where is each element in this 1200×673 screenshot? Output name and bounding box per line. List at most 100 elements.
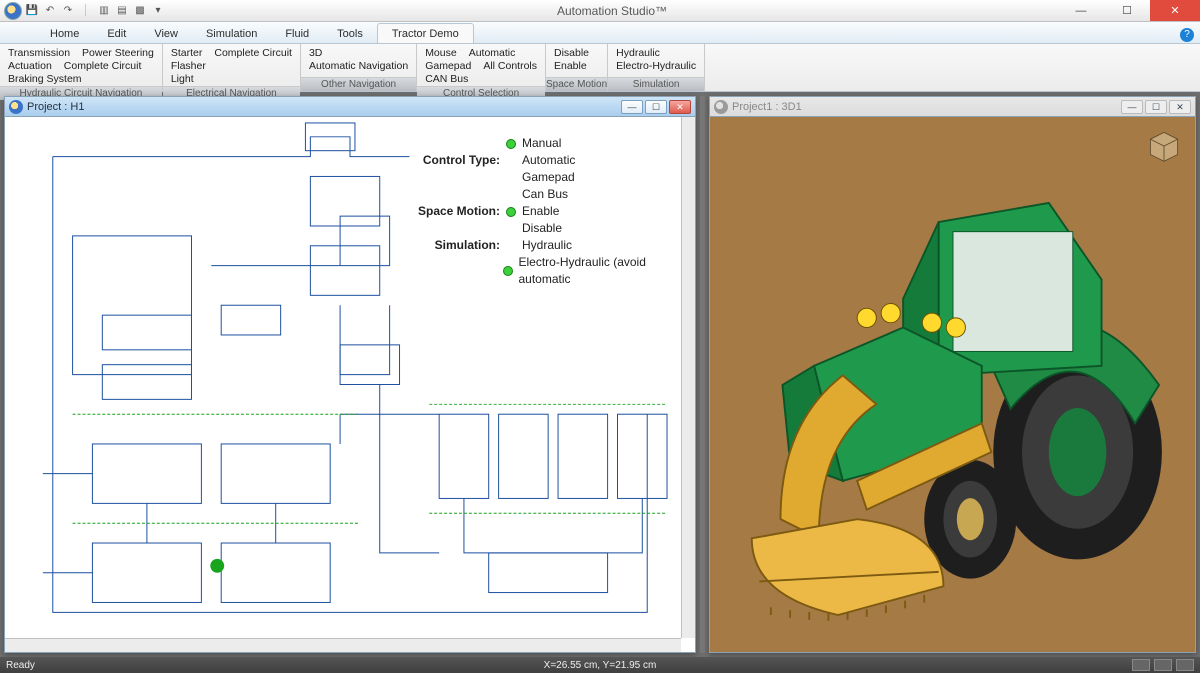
ribbon-item-flasher[interactable]: Flasher	[171, 60, 206, 72]
ribbon-group-label: Space Motion	[546, 77, 607, 91]
qat-btn-1[interactable]: ▥	[96, 3, 112, 19]
3d-window-title: Project1 : 3D1	[732, 101, 802, 113]
mdi-maximize-button[interactable]: ☐	[645, 100, 667, 114]
schematic-window-title: Project : H1	[27, 101, 84, 113]
schematic-canvas[interactable]: Manual Control Type: AutomaticGamepadCan B…	[5, 117, 695, 652]
overlay-label: Simulation:	[405, 237, 500, 254]
mdi-maximize-button[interactable]: ☐	[1145, 100, 1167, 114]
window-maximize-button[interactable]: ☐	[1104, 0, 1150, 21]
overlay-option-text[interactable]: Manual	[522, 135, 561, 152]
control-overlay-panel: Manual Control Type: AutomaticGamepadCan B…	[405, 135, 695, 288]
ribbon-tab-home[interactable]: Home	[36, 24, 93, 43]
status-dot-empty[interactable]	[506, 190, 516, 200]
ribbon-tab-tractor-demo[interactable]: Tractor Demo	[377, 23, 474, 43]
overlay-option-text[interactable]: Gamepad	[522, 169, 575, 186]
document-icon	[9, 100, 23, 114]
ribbon-item-complete-circuit[interactable]: Complete Circuit	[64, 60, 142, 72]
statusbar-btn-1[interactable]	[1132, 659, 1150, 671]
ribbon-tab-view[interactable]: View	[140, 24, 192, 43]
qat-btn-2[interactable]: ▤	[114, 3, 130, 19]
ribbon-item-actuation[interactable]: Actuation	[8, 60, 52, 72]
document-icon	[714, 100, 728, 114]
ribbon-item-power-steering[interactable]: Power Steering	[82, 47, 154, 59]
status-coordinates: X=26.55 cm, Y=21.95 cm	[544, 660, 657, 671]
app-icon[interactable]	[4, 2, 22, 20]
mdi-close-button[interactable]: ✕	[669, 100, 691, 114]
schematic-window: Project : H1 — ☐ ✕	[4, 96, 696, 653]
qat-redo-icon[interactable]: ↷	[60, 3, 76, 19]
ribbon-item-hydraulic[interactable]: Hydraulic	[616, 47, 660, 59]
overlay-option-text[interactable]: Hydraulic	[522, 237, 572, 254]
vertical-splitter[interactable]	[700, 96, 705, 653]
overlay-option-text[interactable]: Electro-Hydraulic (avoid automatic	[519, 254, 696, 288]
qat-undo-icon[interactable]: ↶	[42, 3, 58, 19]
qat-dropdown-icon[interactable]: ▾	[150, 3, 166, 19]
window-close-button[interactable]: ✕	[1150, 0, 1200, 21]
window-minimize-button[interactable]: —	[1058, 0, 1104, 21]
ribbon-item-automatic-navigation[interactable]: Automatic Navigation	[309, 60, 408, 72]
ribbon-group-hydraulic-circuit-navigation: Transmission Power Steering Actuation Compl…	[0, 44, 163, 91]
status-dot-active-icon[interactable]	[506, 139, 516, 149]
ribbon-group-label: Other Navigation	[301, 77, 416, 91]
ribbon-item-transmission[interactable]: Transmission	[8, 47, 70, 59]
ribbon-tab-edit[interactable]: Edit	[93, 24, 140, 43]
ribbon-item-enable[interactable]: Enable	[554, 60, 587, 72]
ribbon-item-complete-circuit[interactable]: Complete Circuit	[214, 47, 292, 59]
ribbon-group-simulation: HydraulicElectro-Hydraulic Simulation	[608, 44, 705, 91]
overlay-option-row: Gamepad	[405, 169, 695, 186]
ribbon-tabs: HomeEditViewSimulationFluidToolsTractor …	[0, 22, 1200, 44]
workspace: Project : H1 — ☐ ✕	[0, 92, 1200, 657]
overlay-option-text[interactable]: Disable	[522, 220, 562, 237]
help-icon[interactable]: ?	[1180, 28, 1194, 42]
3d-viewport[interactable]	[710, 117, 1195, 652]
ribbon-tab-fluid[interactable]: Fluid	[271, 24, 323, 43]
overlay-option-row: Manual	[405, 135, 695, 152]
qat-save-icon[interactable]: 💾	[24, 3, 40, 19]
qat-btn-3[interactable]: ▩	[132, 3, 148, 19]
titlebar: 💾 ↶ ↷ │ ▥ ▤ ▩ ▾ Automation Studio™ — ☐ ✕	[0, 0, 1200, 22]
ribbon-item-light[interactable]: Light	[171, 73, 194, 85]
overlay-option-text[interactable]: Enable	[522, 203, 559, 220]
status-dot-empty[interactable]	[506, 224, 516, 234]
ribbon-tab-simulation[interactable]: Simulation	[192, 24, 271, 43]
mdi-close-button[interactable]: ✕	[1169, 100, 1191, 114]
schematic-window-titlebar[interactable]: Project : H1 — ☐ ✕	[5, 97, 695, 117]
ribbon-group-electrical-navigation: StarterComplete CircuitFlasherLightElect…	[163, 44, 301, 91]
status-dot-empty[interactable]	[506, 156, 516, 166]
status-dot-active-icon[interactable]	[506, 207, 516, 217]
status-dot-active-icon[interactable]	[503, 266, 513, 276]
schematic-vertical-scrollbar[interactable]	[681, 117, 695, 638]
status-ready: Ready	[6, 660, 35, 671]
statusbar-btn-2[interactable]	[1154, 659, 1172, 671]
overlay-option-text[interactable]: Can Bus	[522, 186, 568, 203]
overlay-option-row: Can Bus	[405, 186, 695, 203]
status-bar: Ready X=26.55 cm, Y=21.95 cm	[0, 657, 1200, 673]
window-buttons: — ☐ ✕	[1058, 0, 1200, 21]
viewcube-icon[interactable]	[1147, 129, 1181, 163]
status-dot-empty[interactable]	[506, 241, 516, 251]
ribbon-item-braking-system[interactable]: Braking System	[8, 73, 82, 85]
overlay-option-text[interactable]: Automatic	[522, 152, 575, 169]
mdi-minimize-button[interactable]: —	[621, 100, 643, 114]
ribbon-item-3d[interactable]: 3D	[309, 47, 322, 59]
ribbon-item-disable[interactable]: Disable	[554, 47, 589, 59]
ribbon-item-starter[interactable]: Starter	[171, 47, 203, 59]
mdi-minimize-button[interactable]: —	[1121, 100, 1143, 114]
statusbar-btn-3[interactable]	[1176, 659, 1194, 671]
ribbon-item-can-bus[interactable]: CAN Bus	[425, 73, 468, 85]
ribbon-item-all-controls[interactable]: All Controls	[483, 60, 537, 72]
ribbon-item-mouse[interactable]: Mouse	[425, 47, 457, 59]
status-dot-empty[interactable]	[506, 173, 516, 183]
ribbon-item-gamepad[interactable]: Gamepad	[425, 60, 471, 72]
schematic-horizontal-scrollbar[interactable]	[5, 638, 681, 652]
ribbon-group-control-selection: Mouse AutomaticGamepad All Controls CAN Bus…	[417, 44, 546, 91]
ribbon-item-electro-hydraulic[interactable]: Electro-Hydraulic	[616, 60, 696, 72]
overlay-label: Control Type:	[405, 152, 500, 169]
ribbon-tab-tools[interactable]: Tools	[323, 24, 377, 43]
app-title: Automation Studio™	[166, 4, 1058, 18]
3d-window-titlebar[interactable]: Project1 : 3D1 — ☐ ✕	[710, 97, 1195, 117]
overlay-option-row: Disable	[405, 220, 695, 237]
ribbon-group-label: Simulation	[608, 77, 704, 91]
ribbon-item-automatic[interactable]: Automatic	[469, 47, 516, 59]
qat-sep: │	[78, 3, 94, 19]
